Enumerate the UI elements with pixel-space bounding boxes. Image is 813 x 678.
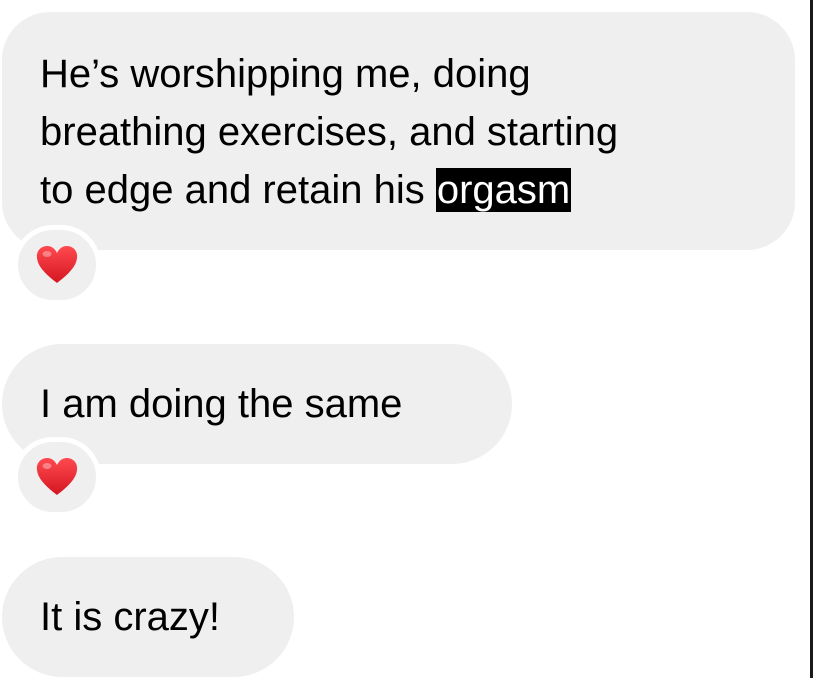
chat-thread: He’s worshipping me, doing breathing exe… bbox=[0, 0, 813, 678]
message-line: He’s worshipping me, doing bbox=[40, 52, 531, 96]
message-text: to edge and retain his bbox=[40, 168, 436, 212]
message-bubble[interactable]: It is crazy! bbox=[2, 557, 294, 677]
reaction-badge[interactable] bbox=[13, 437, 101, 517]
heart-icon bbox=[36, 246, 78, 283]
message-text: It is crazy! bbox=[40, 595, 221, 639]
message-text: I am doing the same bbox=[40, 382, 403, 426]
message-bubble[interactable]: He’s worshipping me, doing breathing exe… bbox=[2, 12, 795, 250]
message-line: to edge and retain his orgasm bbox=[40, 161, 795, 219]
message-line: breathing exercises, and starting bbox=[40, 110, 619, 154]
heart-icon bbox=[36, 458, 78, 495]
highlighted-word[interactable]: orgasm bbox=[435, 168, 572, 212]
reaction-badge[interactable] bbox=[13, 225, 101, 305]
